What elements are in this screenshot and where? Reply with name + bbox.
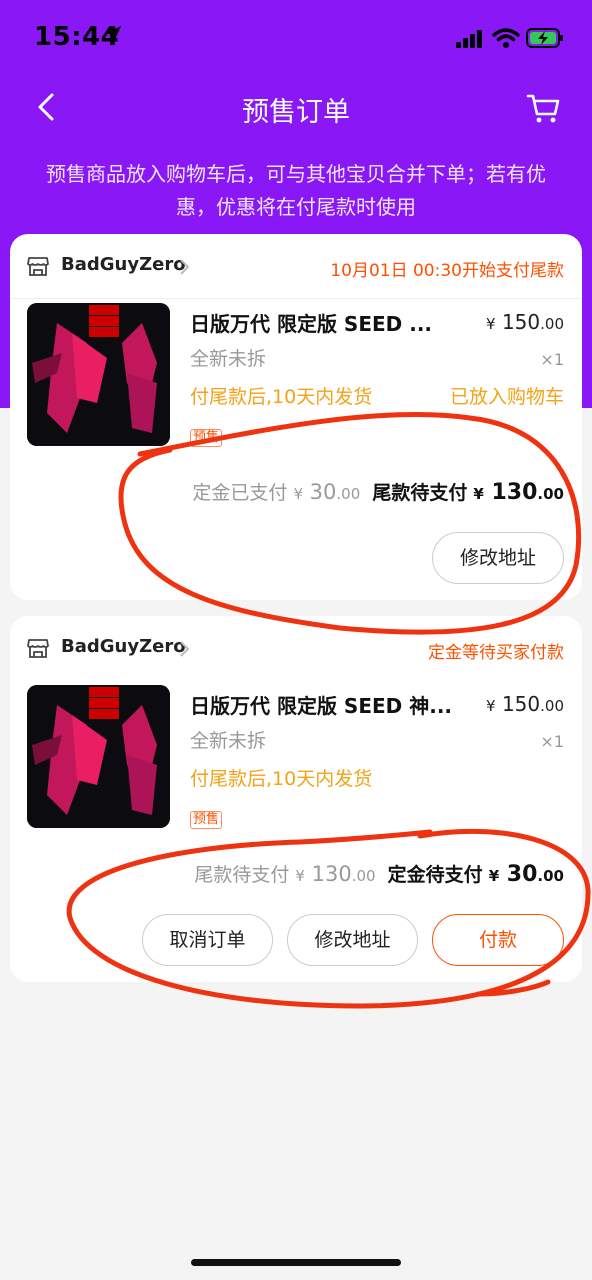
presale-notice: 预售商品放入购物车后，可与其他宝贝合并下单；若有优惠，优惠将在付尾款时使用: [46, 162, 546, 219]
order-status: 10月01日 00:30开始支付尾款: [330, 261, 564, 281]
modify-address-button[interactable]: 修改地址: [287, 914, 418, 966]
balance-amount: ¥ 130.00: [473, 480, 564, 505]
shipping-info: 付尾款后,10天内发货: [190, 768, 373, 790]
balance-label: 尾款待支付: [194, 864, 290, 886]
payment-summary: 尾款待支付 ¥ 130.00 定金待支付 ¥ 30.00: [194, 860, 564, 887]
location-arrow-icon: [105, 26, 121, 42]
cancel-order-button[interactable]: 取消订单: [142, 914, 273, 966]
nav-bar: 预售订单: [0, 80, 592, 136]
product-quantity: ×1: [540, 350, 564, 369]
shop-header[interactable]: BadGuyZero 10月01日 00:30开始支付尾款: [10, 234, 582, 298]
deposit-amount: ¥ 30.00: [488, 862, 564, 887]
pay-button[interactable]: 付款: [432, 914, 564, 966]
store-icon: [27, 639, 49, 658]
price-decimal: .00: [540, 697, 564, 715]
chevron-right-icon: [180, 259, 190, 275]
price-decimal: .00: [540, 315, 564, 333]
price-currency: ¥: [486, 315, 496, 333]
shop-name: BadGuyZero: [61, 254, 186, 275]
product-title[interactable]: 日版万代 限定版 SEED 神...: [190, 690, 460, 719]
page-title: 预售订单: [242, 97, 350, 128]
chevron-right-icon: [180, 641, 190, 657]
order-status: 定金等待买家付款: [428, 643, 564, 663]
payment-summary: 定金已支付 ¥ 30.00 尾款待支付 ¥ 130.00: [192, 478, 564, 505]
product-spec: 全新未拆: [190, 348, 267, 370]
product-thumbnail[interactable]: [27, 303, 170, 446]
cart-status: 已放入购物车: [449, 386, 564, 408]
order-card: BadGuyZero 10月01日 00:30开始支付尾款 日版万代 限定版 S…: [10, 234, 582, 600]
wifi-icon: [492, 28, 520, 48]
price-integer: 150: [501, 310, 541, 334]
presale-tag: 预售: [190, 811, 223, 829]
price-currency: ¥: [486, 697, 496, 715]
deposit-label: 定金待支付: [387, 864, 483, 886]
product-thumbnail[interactable]: [27, 685, 170, 828]
cart-icon[interactable]: [526, 90, 562, 126]
balance-label: 尾款待支付: [372, 482, 468, 504]
balance-amount: ¥ 130.00: [295, 862, 376, 886]
shop-name: BadGuyZero: [61, 636, 186, 657]
product-spec: 全新未拆: [190, 730, 267, 752]
deposit-amount: ¥ 30.00: [293, 480, 361, 504]
product-price: ¥ 150.00: [486, 310, 564, 334]
signal-icon: [456, 30, 482, 48]
product-quantity: ×1: [540, 732, 564, 751]
price-integer: 150: [501, 692, 541, 716]
product-title[interactable]: 日版万代 限定版 SEED ...: [190, 308, 460, 337]
order-card: BadGuyZero 定金等待买家付款 日版万代 限定版 SEED 神... ¥…: [10, 616, 582, 982]
modify-address-button[interactable]: 修改地址: [432, 532, 564, 584]
status-bar: 15:44: [0, 0, 592, 76]
deposit-label: 定金已支付: [192, 482, 288, 504]
home-indicator[interactable]: [191, 1259, 401, 1266]
shop-header[interactable]: BadGuyZero 定金等待买家付款: [10, 616, 582, 680]
product-price: ¥ 150.00: [486, 692, 564, 716]
store-icon: [27, 257, 49, 276]
shipping-info: 付尾款后,10天内发货: [190, 386, 373, 408]
battery-icon: [526, 28, 563, 48]
presale-tag: 预售: [190, 429, 223, 447]
divider: [10, 298, 582, 299]
